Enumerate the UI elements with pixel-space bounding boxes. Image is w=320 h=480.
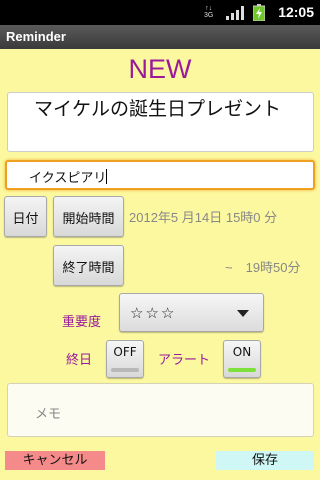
place-input[interactable]: イクスピアリ — [5, 160, 315, 190]
all-day-label: 終日 — [66, 353, 93, 368]
alert-label: アラート — [158, 353, 211, 368]
date-time-text: 2012年5 月14日 15時0 分 — [129, 210, 278, 225]
date-button[interactable]: 日付 — [4, 196, 47, 237]
memo-input[interactable]: メモ — [7, 383, 314, 437]
app-title: Reminder — [6, 29, 66, 44]
importance-label: 重要度 — [62, 315, 102, 330]
all-day-toggle[interactable]: OFF — [106, 340, 144, 378]
alert-toggle[interactable]: ON — [223, 340, 261, 378]
dropdown-arrow-icon — [237, 310, 249, 317]
toggle-indicator-on — [228, 368, 256, 372]
network-type-label: ↑↓ 3G — [204, 5, 214, 19]
title-input[interactable]: マイケルの誕生日プレゼント — [7, 92, 314, 152]
importance-value: ☆☆☆ — [130, 304, 177, 322]
all-day-toggle-label: OFF — [113, 345, 137, 359]
place-input-value: イクスピアリ — [29, 171, 107, 186]
signal-icon — [226, 6, 244, 20]
end-time-button[interactable]: 終了時間 — [53, 245, 124, 286]
start-time-button[interactable]: 開始時間 — [53, 196, 124, 237]
alert-toggle-label: ON — [232, 345, 252, 359]
app-title-bar: Reminder — [0, 25, 320, 49]
cancel-button[interactable]: キャンセル — [5, 451, 105, 470]
save-button[interactable]: 保存 — [216, 451, 314, 470]
toggle-indicator-off — [111, 368, 139, 372]
page-title: NEW — [128, 54, 192, 84]
status-bar: ↑↓ 3G 12:05 — [0, 0, 320, 25]
battery-charging-icon — [253, 4, 265, 21]
clock: 12:05 — [278, 4, 314, 20]
text-cursor — [106, 169, 108, 184]
importance-select[interactable]: ☆☆☆ — [119, 293, 264, 332]
end-time-text: ~ 19時50分 — [225, 260, 301, 275]
